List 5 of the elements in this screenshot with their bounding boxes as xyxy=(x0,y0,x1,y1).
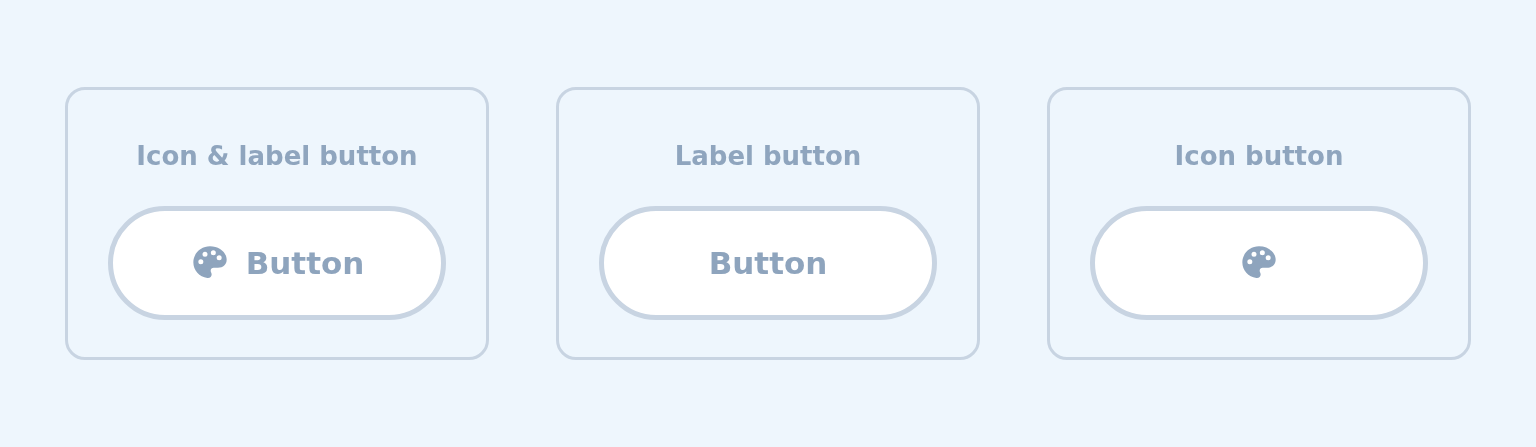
button[interactable]: Button xyxy=(108,206,446,320)
button[interactable]: Button xyxy=(599,206,937,320)
card-title: Icon & label button xyxy=(136,140,418,173)
card-title: Icon button xyxy=(1174,140,1344,173)
card-title: Label button xyxy=(674,140,862,173)
